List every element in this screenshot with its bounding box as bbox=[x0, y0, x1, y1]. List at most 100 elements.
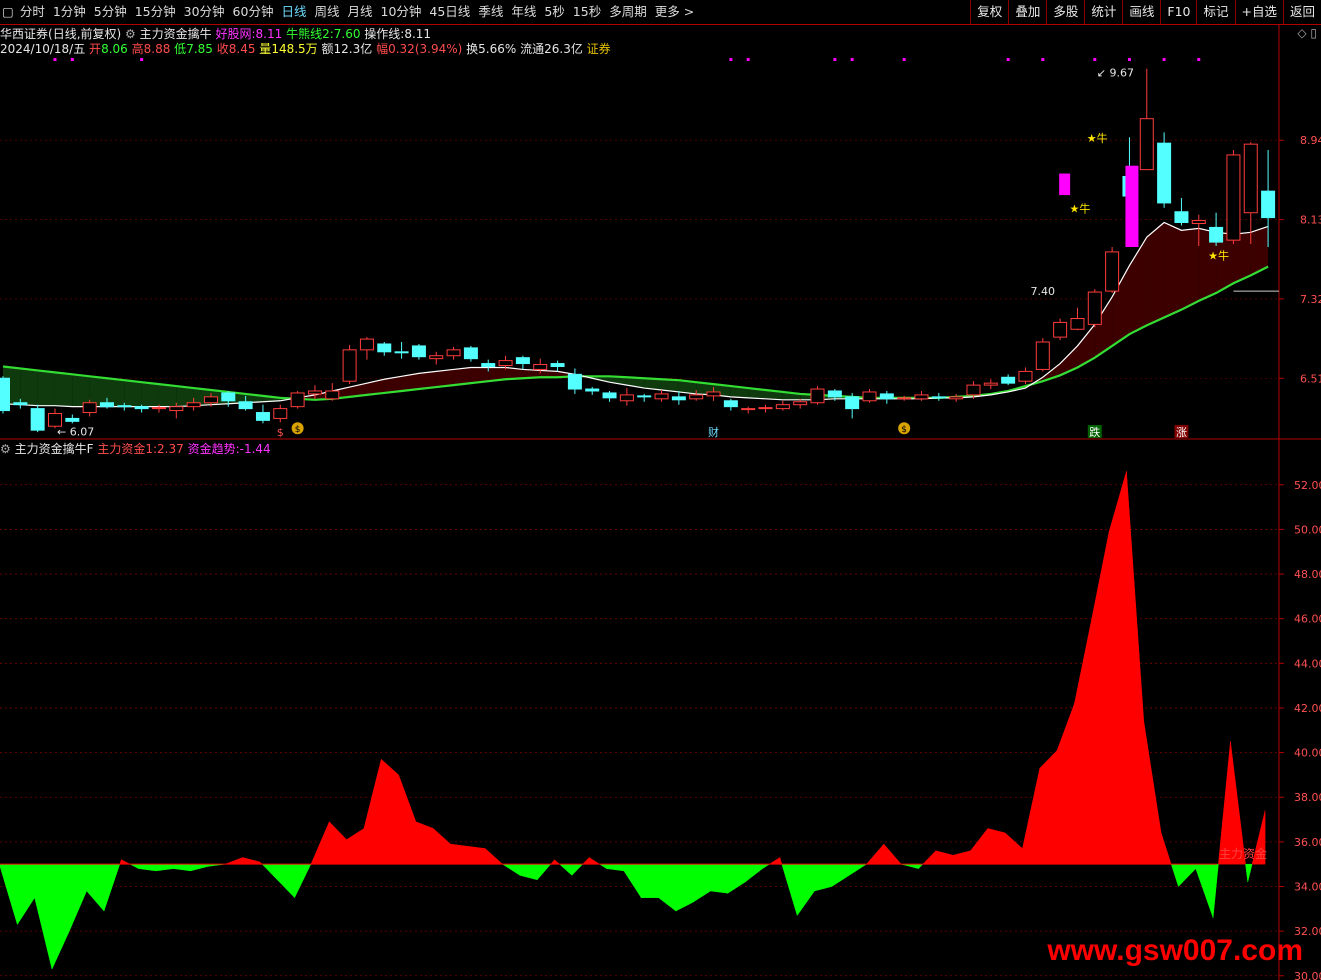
bull-signal: ★牛 bbox=[1087, 131, 1108, 145]
fund-area-negative bbox=[1170, 863, 1179, 887]
fund-area-negative bbox=[17, 863, 35, 926]
fund-area-positive bbox=[467, 846, 486, 865]
fund-area-negative bbox=[796, 863, 815, 917]
highlight-bar bbox=[1059, 173, 1071, 196]
kline-chart[interactable]: ← 6.07↙ 9.677.40★牛★牛★牛$$$财跌涨 主力资金 8.948.… bbox=[0, 0, 1321, 980]
fund-area-positive bbox=[433, 827, 451, 865]
fund-area-positive bbox=[935, 850, 954, 865]
fund-area-positive bbox=[1218, 741, 1231, 865]
fund-area-positive bbox=[1160, 832, 1172, 865]
fund-area-positive bbox=[883, 843, 902, 865]
fund-area-positive bbox=[588, 857, 601, 865]
sub-tick-label: 48.00 bbox=[1294, 568, 1321, 581]
signal-dot bbox=[1093, 58, 1097, 61]
candle-body bbox=[47, 413, 62, 427]
signal-dot bbox=[1162, 58, 1166, 61]
fund-area-negative bbox=[848, 863, 868, 876]
fund-area-positive bbox=[484, 847, 504, 865]
fund-area-negative bbox=[901, 863, 919, 869]
fund-line-label: 主力资金 bbox=[1219, 846, 1267, 861]
candle-body bbox=[446, 349, 461, 357]
fund-area-positive bbox=[398, 774, 417, 865]
fund-area-negative bbox=[294, 863, 312, 898]
candle-body bbox=[879, 393, 894, 400]
price-tick-label: 6.51 bbox=[1300, 372, 1321, 385]
sub-tick-label: 52.00 bbox=[1294, 479, 1321, 492]
fund-area-negative bbox=[261, 863, 278, 881]
signal-dot bbox=[53, 58, 57, 61]
price-panel[interactable]: ← 6.07 ↙ 9.67 7.40 ★牛 ★牛 ★牛 $ $ $ 财 跌 涨 bbox=[0, 58, 1279, 439]
candle-body bbox=[637, 395, 652, 398]
signal-dot bbox=[70, 58, 74, 61]
money-icon: $ bbox=[898, 422, 911, 435]
signal-die: 跌 bbox=[1089, 425, 1100, 439]
fund-area-positive bbox=[1004, 832, 1023, 865]
fund-area-negative bbox=[692, 863, 711, 903]
cloud-segment bbox=[1164, 222, 1182, 318]
candle-body bbox=[533, 364, 548, 370]
fund-area-negative bbox=[86, 863, 105, 912]
fund-area-positive bbox=[311, 821, 330, 865]
fund-area-negative bbox=[0, 863, 18, 925]
fund-area-negative bbox=[34, 863, 53, 970]
sub-tick-label: 42.00 bbox=[1294, 702, 1321, 715]
signal-zhang: 涨 bbox=[1176, 426, 1187, 439]
cloud-segment bbox=[158, 384, 177, 407]
fund-area-positive bbox=[865, 843, 885, 865]
candle-body bbox=[723, 400, 738, 408]
price-tick-label: 7.32 bbox=[1300, 293, 1321, 306]
money-icon-glyph: $ bbox=[901, 425, 907, 435]
candle-body bbox=[134, 406, 149, 410]
candle-body bbox=[255, 412, 270, 421]
candle-body bbox=[1191, 220, 1206, 224]
fund-area-positive bbox=[554, 859, 561, 865]
signal-dot bbox=[1006, 58, 1010, 61]
candle-body bbox=[1018, 370, 1033, 382]
candle-body bbox=[82, 402, 97, 414]
candle-body bbox=[706, 391, 721, 397]
fund-panel[interactable]: 主力资金 bbox=[0, 471, 1267, 970]
candle-body bbox=[689, 394, 704, 400]
fund-area-negative bbox=[51, 863, 70, 970]
candle-body bbox=[966, 384, 981, 396]
candle-body bbox=[1226, 154, 1241, 241]
sub-tick-label: 40.00 bbox=[1294, 747, 1321, 760]
candle-body bbox=[307, 390, 322, 395]
candle-body bbox=[1261, 190, 1276, 219]
candle-body bbox=[793, 401, 808, 406]
candle-body bbox=[498, 360, 513, 367]
candle-body bbox=[949, 396, 964, 400]
sub-tick-label: 44.00 bbox=[1294, 657, 1321, 670]
sub-tick-label: 34.00 bbox=[1294, 880, 1321, 893]
candle-body bbox=[169, 406, 184, 412]
cloud-segment bbox=[54, 372, 73, 407]
fund-area-positive bbox=[242, 857, 261, 865]
fund-area-negative bbox=[1178, 863, 1197, 888]
candle-body bbox=[931, 396, 946, 399]
cloud-segment bbox=[72, 374, 90, 407]
candle-body bbox=[429, 355, 444, 360]
fund-area-negative bbox=[536, 863, 552, 881]
candle-body bbox=[983, 382, 998, 386]
candle-body bbox=[775, 404, 790, 410]
fund-area-positive bbox=[970, 827, 989, 865]
candle-body bbox=[897, 397, 912, 400]
candle-body bbox=[845, 396, 860, 410]
fund-area-positive bbox=[1022, 768, 1041, 865]
candle-body bbox=[342, 349, 357, 382]
fund-area-negative bbox=[1195, 863, 1214, 918]
signal-cai: 财 bbox=[708, 425, 719, 439]
fund-area-negative bbox=[519, 863, 538, 881]
candle-body bbox=[117, 405, 132, 408]
candle-body bbox=[65, 417, 80, 422]
signal-money: $ bbox=[277, 426, 284, 439]
candle-body bbox=[377, 343, 392, 353]
signal-dot bbox=[746, 58, 750, 61]
signal-dot bbox=[1041, 58, 1045, 61]
fund-area-negative bbox=[1245, 863, 1249, 883]
bull-signal: ★牛 bbox=[1208, 249, 1229, 263]
candle-body bbox=[810, 388, 825, 404]
candle-body bbox=[481, 363, 496, 367]
candle-body bbox=[0, 377, 10, 412]
cloud-segment bbox=[1077, 324, 1095, 368]
